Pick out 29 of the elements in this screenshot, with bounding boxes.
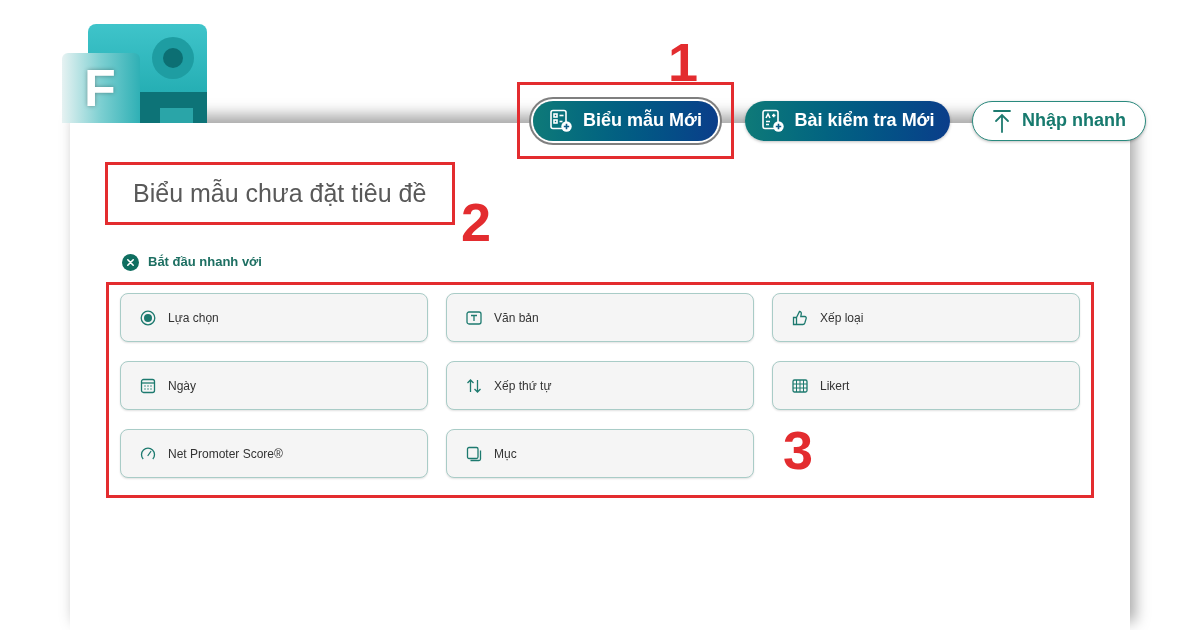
question-type-button[interactable]: Likert — [772, 361, 1080, 410]
question-type-button[interactable]: Ngày — [120, 361, 428, 410]
text-box-icon — [466, 309, 482, 326]
gauge-icon — [140, 445, 156, 462]
form-title[interactable]: Biểu mẫu chưa đặt tiêu đề — [133, 174, 427, 213]
annotation-number: 2 — [461, 195, 492, 249]
upload-icon — [992, 108, 1012, 133]
quick-start-label: Bắt đầu nhanh với — [148, 253, 262, 272]
question-type-button[interactable]: Xếp thứ tự — [446, 361, 754, 410]
thumbs-up-icon — [792, 309, 808, 326]
annotation-number: 3 — [783, 423, 814, 477]
document-plus-icon — [760, 108, 785, 133]
sort-arrows-icon — [466, 377, 482, 394]
close-circle-icon[interactable] — [122, 253, 139, 271]
logo-letter: F — [84, 62, 116, 114]
annotation-number: 1 — [668, 35, 699, 89]
question-type-button[interactable]: Lựa chọn — [120, 293, 428, 342]
form-plus-icon — [549, 108, 574, 133]
radio-icon — [140, 309, 156, 326]
question-type-button[interactable]: Văn bản — [446, 293, 754, 342]
question-type-button[interactable]: Mục — [446, 429, 754, 478]
stacked-squares-icon — [466, 445, 482, 462]
question-type-button[interactable]: Net Promoter Score® — [120, 429, 428, 478]
grid-icon — [792, 377, 808, 394]
quick-import-button[interactable]: Nhập nhanh — [972, 100, 1146, 141]
calendar-icon — [140, 377, 156, 394]
question-type-button[interactable]: Xếp loại — [772, 293, 1080, 342]
app-logo-icon — [62, 24, 207, 123]
new-quiz-button[interactable]: Bài kiểm tra Mới — [745, 100, 950, 141]
